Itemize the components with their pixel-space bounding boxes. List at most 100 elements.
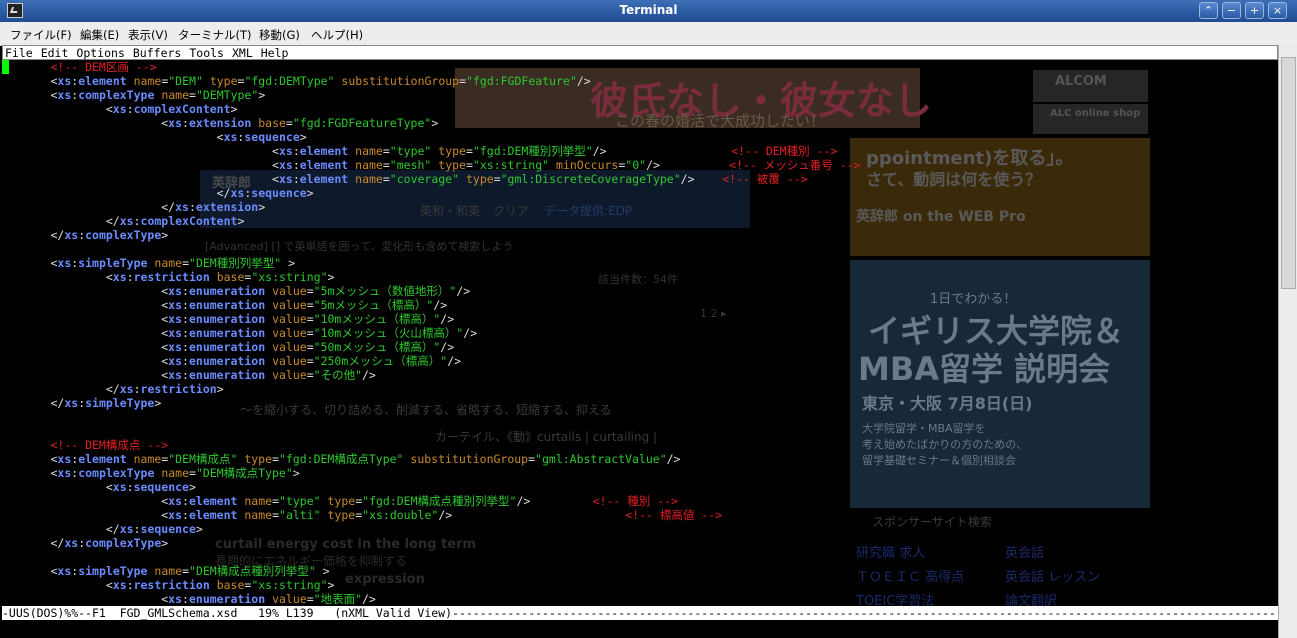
code-token: "coverage" — [389, 172, 460, 186]
code-line: </xs:complexType> — [2, 536, 168, 550]
code-token: /> — [447, 354, 462, 368]
emacs-menu-options[interactable]: Options — [76, 46, 124, 60]
code-token: sequence — [133, 480, 189, 494]
code-token: restriction — [133, 270, 210, 284]
code-token: <!-- 標高値 --> — [625, 508, 723, 522]
code-token: = — [272, 494, 280, 508]
terminal-menubar: ファイル(F) 編集(E) 表示(V) ターミナル(T) 移動(G) ヘルプ(H… — [0, 22, 1297, 46]
emacs-menu-edit[interactable]: Edit — [41, 46, 69, 60]
code-token: /> — [646, 158, 730, 172]
code-token: xs — [168, 284, 183, 298]
code-token: < — [50, 368, 169, 382]
scrollbar-thumb[interactable] — [1281, 57, 1296, 289]
code-token: xs — [119, 522, 134, 536]
code-token: value — [272, 284, 307, 298]
code-token: > — [306, 186, 314, 200]
window-close-button[interactable]: × — [1268, 2, 1287, 19]
code-token: "xs:double" — [362, 508, 439, 522]
code-token: "10mメッシュ（標高）" — [313, 312, 441, 326]
code-token: element — [299, 158, 349, 172]
code-token: "alti" — [279, 508, 321, 522]
code-token: > — [258, 200, 266, 214]
code-token: </ — [50, 186, 231, 200]
code-token: <!-- 被覆 --> — [722, 172, 808, 186]
code-token: xs — [112, 270, 127, 284]
vertical-scrollbar[interactable] — [1278, 45, 1297, 638]
code-line: <!-- DEM区画 --> — [2, 60, 157, 74]
code-token: = — [306, 298, 314, 312]
code-token: <!-- メッシュ番号 --> — [729, 158, 861, 172]
code-token: = — [382, 144, 390, 158]
code-token: <!-- DEM構成点 --> — [50, 438, 169, 452]
code-token: </ — [50, 536, 65, 550]
code-token: = — [285, 116, 293, 130]
code-token: xs — [230, 186, 245, 200]
code-line: <xs:sequence> — [2, 130, 307, 144]
code-token: /> — [680, 172, 723, 186]
menu-edit[interactable]: 編集(E) — [80, 27, 119, 43]
code-token: /> — [440, 312, 455, 326]
code-token: "xs:string" — [472, 158, 550, 172]
code-token: : — [182, 312, 189, 326]
window-shade-button[interactable]: ⌃ — [1199, 2, 1218, 19]
emacs-menu-buffers[interactable]: Buffers — [133, 46, 181, 60]
code-token: = — [306, 592, 314, 606]
code-token: : — [292, 172, 300, 186]
code-token: /> — [440, 340, 455, 354]
menu-terminal[interactable]: ターミナル(T) — [178, 27, 252, 43]
code-token: "fgd:FGDFeatureType" — [292, 116, 432, 130]
code-token: "gml:DiscreteCoverageType" — [500, 172, 681, 186]
window-minimize-button[interactable]: − — [1222, 2, 1241, 19]
code-token: element — [299, 172, 349, 186]
code-token: xs — [168, 340, 183, 354]
code-token: xs — [119, 214, 134, 228]
code-token: complexContent — [133, 102, 231, 116]
code-token: = — [306, 312, 314, 326]
emacs-menu-file[interactable]: File — [5, 46, 33, 60]
code-token: "type" — [389, 144, 432, 158]
code-token: = — [382, 158, 390, 172]
code-token: enumeration — [188, 340, 266, 354]
menu-file[interactable]: ファイル(F) — [10, 27, 72, 43]
code-token: base — [216, 270, 245, 284]
menu-go[interactable]: 移動(G) — [259, 27, 300, 43]
menu-help[interactable]: ヘルプ(H) — [311, 27, 363, 43]
code-token: xs — [168, 116, 183, 130]
code-token: "DEM" — [168, 74, 203, 88]
code-token: <!-- DEM区画 --> — [50, 60, 157, 74]
code-token: < — [50, 494, 169, 508]
code-token: </ — [50, 214, 120, 228]
code-token: "5mメッシュ（標高）" — [313, 298, 434, 312]
code-token: value — [272, 368, 307, 382]
code-token: type — [438, 158, 466, 172]
code-token: < — [50, 508, 169, 522]
menu-view[interactable]: 表示(V) — [128, 27, 168, 43]
code-token: "DEM構成点" — [168, 452, 238, 466]
emacs-buffer-text[interactable]: <!-- DEM区画 --> <xs:element name="DEM" ty… — [2, 60, 1278, 606]
code-token: : — [182, 354, 189, 368]
code-line: <xs:enumeration value="10mメッシュ（火山標高）"/> — [2, 326, 477, 340]
code-line: </xs:restriction> — [2, 382, 224, 396]
emacs-menu-help[interactable]: Help — [261, 46, 289, 60]
code-token: > — [292, 466, 300, 480]
emacs-menu-tools[interactable]: Tools — [189, 46, 224, 60]
code-token: < — [50, 354, 169, 368]
code-token: < — [50, 158, 279, 172]
code-token: enumeration — [188, 368, 266, 382]
code-token: name — [154, 256, 183, 270]
code-token: "xs:string" — [251, 270, 328, 284]
emacs-menu-xml[interactable]: XML — [232, 46, 253, 60]
emacs-minibuffer[interactable] — [0, 620, 1278, 638]
code-token: simpleType — [78, 564, 148, 578]
code-token: xs — [57, 466, 72, 480]
code-token: : — [126, 270, 134, 284]
code-token: </ — [50, 522, 120, 536]
window-maximize-button[interactable]: + — [1245, 2, 1264, 19]
code-line: <xs:element name="alti" type="xs:double"… — [2, 508, 722, 522]
code-line: <xs:extension base="fgd:FGDFeatureType"> — [2, 116, 438, 130]
code-line: <xs:enumeration value="地表面"/> — [2, 592, 376, 606]
code-token: = — [465, 144, 473, 158]
code-line: <xs:restriction base="xs:string"> — [2, 270, 335, 284]
